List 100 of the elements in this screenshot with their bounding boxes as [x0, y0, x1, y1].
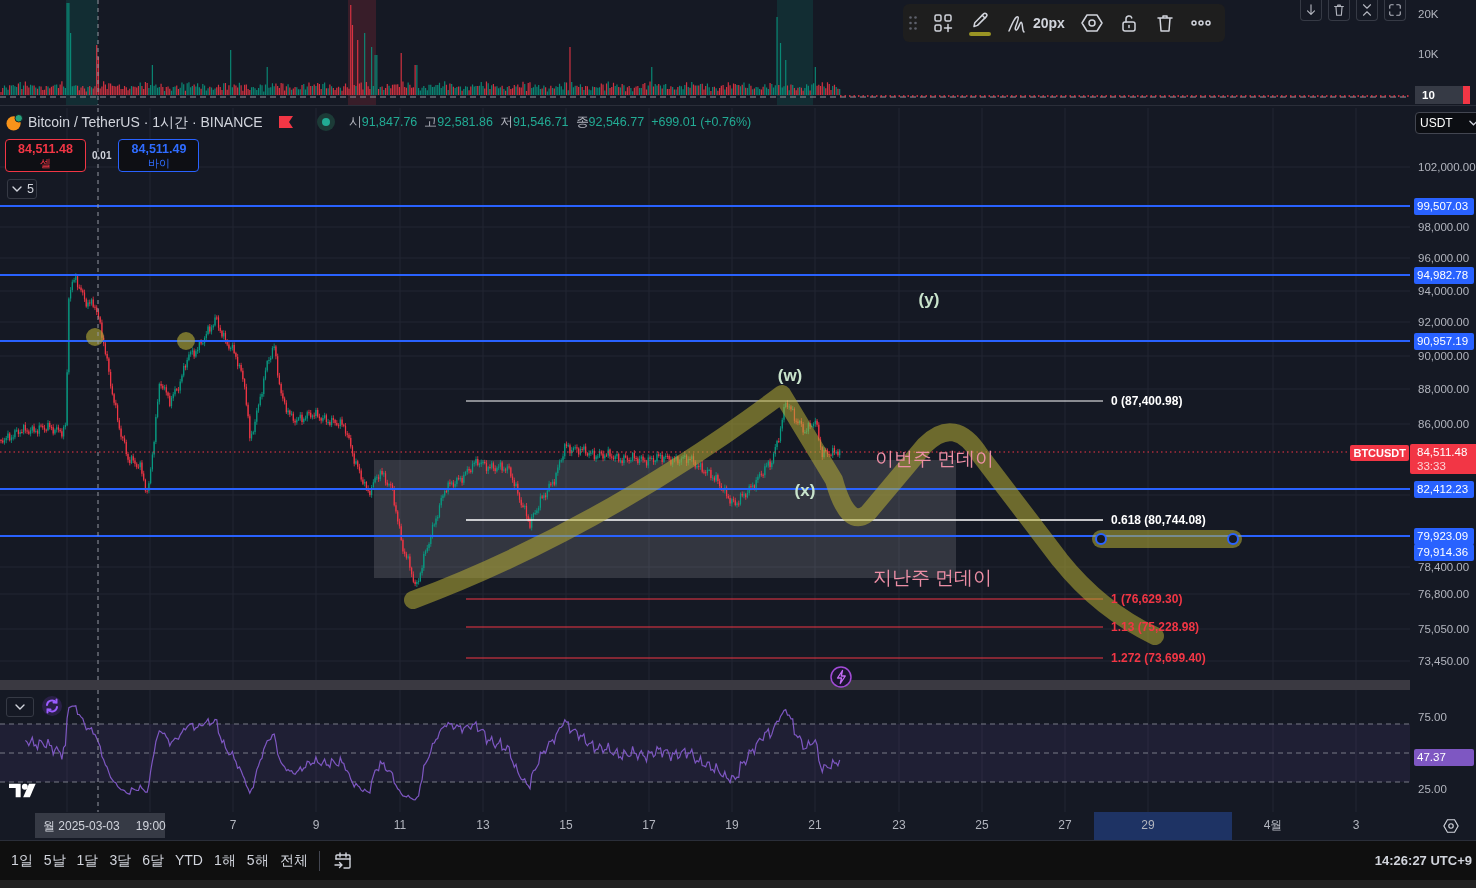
price-axis-label: 96,000.00	[1418, 251, 1470, 265]
handle-icon	[1095, 533, 1107, 545]
trash-icon	[1332, 3, 1346, 17]
volume-axis-label: 20K	[1418, 7, 1439, 21]
time-axis-label: 21	[808, 818, 822, 833]
price-axis-label: 75,050.00	[1418, 622, 1470, 636]
range-button[interactable]: 1달	[71, 846, 104, 875]
time-axis-label: 11	[393, 818, 407, 833]
chart-note: 이번주 먼데이	[875, 448, 995, 470]
collapse-button[interactable]	[6, 697, 34, 717]
price-axis-label: 73,450.00	[1418, 654, 1470, 668]
fib-level-label: 1 (76,629.30)	[1111, 592, 1183, 606]
clock-text: 14:26:27 UTC+9	[1374, 851, 1472, 870]
fib-level-label: 1.272 (73,699.40)	[1111, 651, 1206, 665]
indicators-toggle[interactable]: 5	[7, 179, 37, 199]
wave-label: (w)	[777, 366, 803, 386]
maximize-icon	[1388, 3, 1402, 17]
time-axis-label: 19	[725, 818, 739, 833]
crosshair-time: 19:00	[135, 817, 166, 835]
time-axis-label: 4월	[1263, 818, 1283, 833]
trash-icon	[1154, 13, 1175, 33]
price-axis-label: 78,400.00	[1418, 560, 1470, 574]
range-button[interactable]: YTD	[170, 846, 208, 875]
time-axis-label: 29	[1141, 818, 1155, 833]
collapse-icon	[1360, 3, 1374, 17]
templates-icon	[933, 13, 953, 33]
arrow-down-icon	[1304, 3, 1318, 17]
buy-button[interactable]: 84,511.49 바이	[118, 139, 200, 172]
delete-pane-button[interactable]	[1328, 0, 1350, 21]
caret-icon	[1468, 120, 1476, 126]
range-button[interactable]: 6달	[137, 846, 169, 875]
range-button[interactable]: 3달	[104, 846, 137, 875]
settings-icon	[1443, 818, 1459, 834]
caret-icon	[12, 186, 22, 192]
time-axis-label: 23	[892, 818, 906, 833]
wave-label: (y)	[918, 290, 940, 310]
circle-marker	[177, 332, 195, 350]
rsi-axis-label: 25.00	[1418, 782, 1447, 796]
fib-level-label: 0.618 (80,744.08)	[1111, 513, 1206, 527]
currency-select[interactable]: USDT	[1415, 112, 1476, 134]
time-axis-label: 3	[1352, 818, 1360, 833]
range-button[interactable]: 5날	[38, 846, 71, 875]
volume-value-tag: 10	[1415, 86, 1470, 104]
range-button[interactable]: 전체	[274, 846, 313, 875]
crosshair-date: 월 2025-03-03	[43, 817, 120, 835]
fib-level-label: 0 (87,400.98)	[1111, 394, 1183, 408]
price-axis-label: 94,000.00	[1418, 284, 1470, 298]
more-icon	[1190, 19, 1211, 27]
time-axis-label: 9	[312, 818, 320, 833]
price-line-tag: 99,507.03	[1414, 197, 1474, 215]
axis-settings-button[interactable]	[1441, 816, 1461, 836]
lightning-icon[interactable]	[830, 666, 852, 688]
rsi-axis-label: 75.00	[1418, 710, 1447, 724]
line-width-button[interactable]: 20px	[999, 8, 1073, 38]
range-button[interactable]: 5해	[241, 846, 274, 875]
ohlc-value: 시91,847.76	[348, 113, 418, 131]
time-axis-label: 17	[642, 818, 656, 833]
ohlc-value: 저91,546.71	[499, 113, 569, 131]
refresh-icon[interactable]	[42, 696, 62, 716]
price-line-tag: 82,412.23	[1414, 480, 1474, 498]
price-axis-label: 90,000.00	[1418, 349, 1470, 363]
symbol-title[interactable]: Bitcoin / TetherUS · 1시간 · BINANCE	[28, 111, 263, 133]
pencil-icon	[970, 10, 990, 30]
coin-icon	[6, 113, 23, 131]
color-swatch-icon	[969, 32, 991, 36]
time-axis-label: 25	[975, 818, 989, 833]
chart-note: 지난주 먼데이	[873, 567, 993, 589]
move-down-button[interactable]	[1300, 0, 1322, 21]
current-price-value: 84,511.48	[1417, 445, 1469, 459]
price-line-tag: 90,957.19	[1414, 332, 1474, 350]
range-button[interactable]: 1일	[6, 846, 38, 875]
price-change: +699.01 (+0.76%)	[651, 113, 752, 131]
collapse-pane-button[interactable]	[1356, 0, 1378, 21]
symbol-tag: BTCUSDT	[1350, 445, 1409, 461]
time-axis-label: 13	[476, 818, 490, 833]
flag-icon	[278, 116, 293, 128]
maximize-pane-button[interactable]	[1384, 0, 1406, 21]
countdown-timer: 33:33	[1417, 459, 1447, 473]
circle-marker	[86, 328, 104, 346]
rsi-value-tag: 47.37	[1414, 748, 1474, 766]
price-line-tag: 79,923.09	[1414, 527, 1474, 545]
time-axis-label: 15	[559, 818, 573, 833]
price-line-tag: 94,982.78	[1414, 266, 1474, 284]
price-axis-label: 76,800.00	[1418, 587, 1470, 601]
range-button[interactable]: 1해	[209, 846, 241, 875]
price-axis-label: 92,000.00	[1418, 315, 1470, 329]
handle-icon	[1227, 533, 1239, 545]
status-dot-icon	[316, 113, 335, 131]
price-axis-label: 98,000.00	[1418, 220, 1470, 234]
caret-icon	[15, 704, 25, 710]
drag-handle-icon[interactable]	[909, 16, 917, 30]
ohlc-value: 고92,581.86	[424, 113, 493, 131]
price-axis-label: 102,000.00	[1418, 160, 1476, 174]
settings-icon	[1080, 13, 1103, 33]
time-axis-label: 27	[1058, 818, 1072, 833]
price-axis-label: 86,000.00	[1418, 417, 1470, 431]
sell-button[interactable]: 84,511.48 셀	[5, 139, 86, 172]
spread-value: 0.01	[92, 149, 112, 163]
price-axis-label: 88,000.00	[1418, 382, 1470, 396]
calendar-icon	[332, 850, 353, 871]
